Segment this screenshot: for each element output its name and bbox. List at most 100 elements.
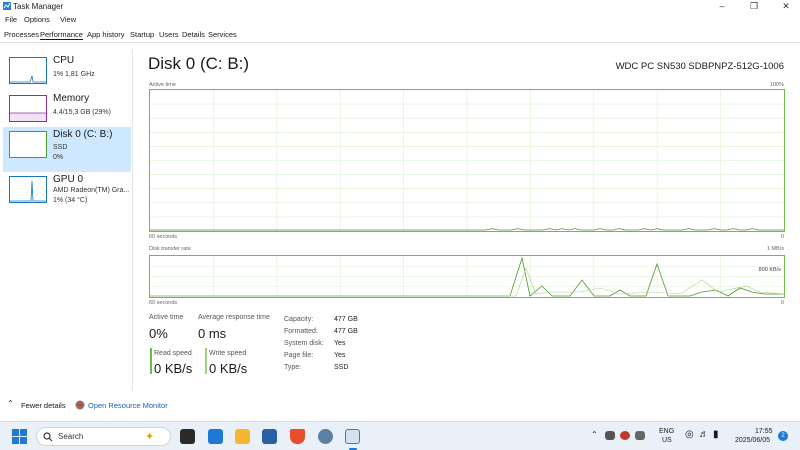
network-icon[interactable]: ◎ [685, 429, 694, 440]
menu-options[interactable]: Options [24, 15, 50, 24]
windows-start-icon[interactable] [12, 429, 27, 444]
active-time-min-label: 0 [780, 234, 784, 240]
active-time-max-label: 100% [769, 82, 784, 88]
sidebar-sub-gpu-model: AMD Radeon(TM) Gra... [53, 187, 130, 194]
notification-badge[interactable]: 2 [778, 431, 788, 441]
active-time-stat-label: Active time [149, 314, 184, 321]
tray-onedrive-icon[interactable] [635, 431, 645, 440]
clock-time[interactable]: 17:55 [755, 428, 773, 435]
taskbar-search-box[interactable]: Search ✦ [36, 427, 171, 446]
disk-detail-panel: Disk 0 (C: B:) WDC PC SN530 SDBPNPZ-512G… [148, 50, 788, 390]
disk-model: WDC PC SN530 SDBPNPZ-512G-1006 [615, 61, 784, 72]
task-view-icon[interactable] [180, 429, 195, 444]
disk-stats: Active time 0% Average response time 0 m… [148, 312, 788, 392]
tab-performance[interactable]: Performance [40, 30, 83, 40]
write-speed-value: 0 KB/s [209, 361, 248, 376]
disk-title: Disk 0 (C: B:) [148, 54, 250, 73]
transfer-mid-label: 800 KB/s [758, 267, 781, 273]
volume-icon[interactable]: ♬ [699, 429, 709, 440]
file-explorer-icon[interactable] [235, 429, 250, 444]
active-time-graph [149, 89, 785, 232]
fewer-details-link[interactable]: Fewer details [21, 401, 66, 410]
tray-recorder-icon[interactable] [620, 431, 630, 440]
chevron-up-icon[interactable]: ⌃ [7, 399, 14, 408]
close-button[interactable]: ✕ [772, 0, 800, 13]
active-time-graph-label: Active time [149, 82, 176, 88]
page-file-label: Page file: [284, 352, 314, 359]
transfer-rate-graph-svg [150, 256, 785, 297]
window-title: Task Manager [13, 2, 64, 11]
footer-bar: ⌃ Fewer details Open Resource Monitor [0, 396, 800, 416]
formatted-value: 477 GB [334, 328, 358, 335]
search-icon [43, 432, 53, 442]
sidebar-sub-disk-usage: 0% [53, 154, 64, 161]
task-manager-icon [3, 2, 11, 10]
title-bar: Task Manager – ❐ ✕ [0, 0, 800, 13]
copilot-sparkle-icon: ✦ [145, 431, 155, 443]
sidebar-item-disk[interactable]: Disk 0 (C: B:) SSD 0% [3, 127, 131, 172]
menu-view[interactable]: View [60, 15, 76, 24]
transfer-min-label: 0 [780, 300, 784, 306]
language-top[interactable]: ENG [659, 428, 674, 435]
sidebar-label-cpu: CPU [53, 55, 75, 66]
task-manager-taskbar-icon[interactable] [345, 429, 360, 444]
sidebar-sub-memory: 4,4/15,3 GB (29%) [53, 109, 111, 116]
tab-users[interactable]: Users [159, 30, 179, 39]
clock-date[interactable]: 2025/06/05 [735, 437, 770, 444]
tab-processes[interactable]: Processes [4, 30, 39, 39]
sidebar-label-gpu: GPU 0 [53, 174, 84, 185]
tray-overflow-chevron-icon[interactable]: ⌃ [591, 430, 598, 439]
minimize-button[interactable]: – [708, 0, 736, 13]
memory-thumbnail-graph [9, 95, 47, 122]
tray-app-icon[interactable] [605, 431, 615, 440]
tab-services[interactable]: Services [208, 30, 237, 39]
avg-response-value: 0 ms [198, 326, 227, 341]
page-file-value: Yes [334, 352, 346, 359]
store-icon[interactable] [262, 429, 277, 444]
resource-monitor-icon [75, 400, 85, 410]
settings-gear-icon[interactable] [318, 429, 333, 444]
tab-bar: Processes Performance App history Startu… [0, 30, 800, 42]
system-disk-label: System disk: [284, 340, 324, 347]
sidebar-label-memory: Memory [53, 93, 90, 104]
maximize-button[interactable]: ❐ [740, 0, 768, 13]
sidebar-item-gpu[interactable]: GPU 0 AMD Radeon(TM) Gra... 1% (34 °C) [3, 172, 131, 217]
search-placeholder: Search [58, 432, 84, 441]
sidebar-sub-cpu: 1% 1,81 GHz [53, 71, 95, 78]
tab-app-history[interactable]: App history [87, 30, 125, 39]
gpu-thumbnail-graph [9, 176, 47, 203]
capacity-value: 477 GB [334, 316, 358, 323]
task-manager-window: Task Manager – ❐ ✕ File Options View Pro… [0, 0, 800, 421]
type-label: Type: [284, 364, 302, 371]
menu-file[interactable]: File [5, 15, 17, 24]
widgets-icon[interactable] [208, 429, 223, 444]
read-speed-indicator [150, 348, 152, 374]
active-time-axis-label: 60 seconds [149, 234, 178, 240]
language-bottom[interactable]: US [662, 437, 672, 444]
tab-divider [0, 42, 800, 43]
open-resource-monitor-link[interactable]: Open Resource Monitor [88, 401, 168, 410]
tab-startup[interactable]: Startup [130, 30, 154, 39]
tab-details[interactable]: Details [182, 30, 205, 39]
formatted-label: Formatted: [284, 328, 318, 335]
transfer-axis-label: 60 seconds [149, 300, 178, 306]
capacity-label: Capacity: [284, 316, 314, 323]
read-speed-label: Read speed [154, 350, 192, 357]
system-disk-value: Yes [334, 340, 346, 347]
cpu-thumbnail-graph [9, 57, 47, 84]
transfer-max-label: 1 MB/s [766, 246, 784, 252]
active-time-graph-svg [150, 90, 784, 231]
battery-icon[interactable]: ▮ [713, 429, 719, 440]
sidebar-sub-disk-type: SSD [53, 144, 68, 151]
brave-browser-icon[interactable] [290, 429, 305, 444]
avg-response-label: Average response time [198, 314, 270, 321]
transfer-graph-label: Disk transfer rate [149, 246, 191, 252]
transfer-rate-graph: 800 KB/s [149, 255, 785, 298]
sidebar-label-disk: Disk 0 (C: B:) [53, 129, 113, 140]
write-speed-label: Write speed [209, 350, 247, 357]
sidebar-sub-gpu-usage: 1% (34 °C) [53, 197, 88, 204]
type-value: SSD [334, 364, 349, 371]
write-speed-indicator [205, 348, 207, 374]
taskbar: Search ✦ ⌃ ENG US ◎ ♬ ▮ 17:55 2025/06/05… [0, 421, 800, 450]
disk-thumbnail-graph [9, 131, 47, 158]
